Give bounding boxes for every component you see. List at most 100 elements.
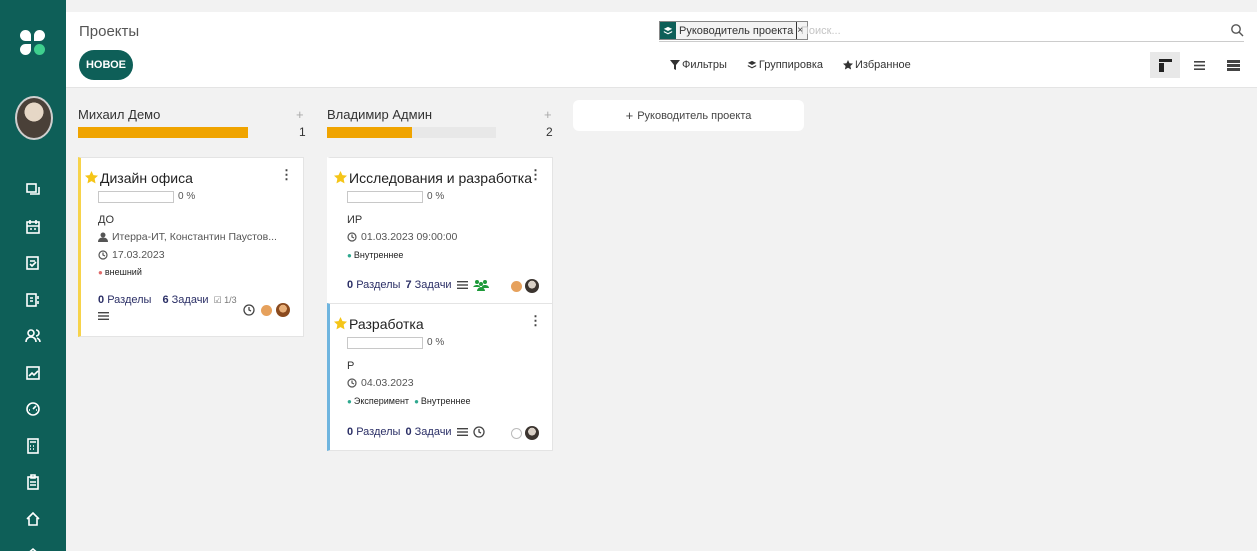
project-code: ИР <box>347 214 363 226</box>
column-progressbar[interactable] <box>327 127 496 138</box>
kanban-view-button[interactable] <box>1150 52 1180 78</box>
activity-icon <box>1226 59 1240 71</box>
favorite-star-icon[interactable] <box>334 317 347 330</box>
search-icon[interactable] <box>1230 23 1244 37</box>
status-dot[interactable] <box>261 305 272 316</box>
tasks-link[interactable]: 0 Задачи <box>405 426 451 438</box>
tasks-link[interactable]: 6 Задачи <box>162 294 208 306</box>
group-by-button[interactable]: Группировка <box>747 59 823 71</box>
column-counter: 2 <box>546 125 553 139</box>
card-title[interactable]: Разработка <box>349 316 424 332</box>
calculator-icon[interactable] <box>0 428 66 465</box>
tasks-link[interactable]: 7 Задачи <box>405 279 451 291</box>
add-column-label: Руководитель проекта <box>637 109 752 122</box>
favorite-star-icon[interactable] <box>85 171 98 184</box>
filter-icon <box>670 60 680 70</box>
discuss-icon[interactable] <box>0 172 66 209</box>
app-logo[interactable] <box>20 30 46 56</box>
manager-avatar[interactable] <box>276 303 290 317</box>
home-settings-icon[interactable] <box>0 537 66 551</box>
notes-icon[interactable] <box>0 245 66 282</box>
filters-button[interactable]: Фильтры <box>670 59 727 71</box>
chart-icon[interactable] <box>0 355 66 392</box>
favorite-star-icon[interactable] <box>334 171 347 184</box>
status-dot[interactable] <box>511 428 522 439</box>
menu-icon[interactable] <box>456 427 468 437</box>
card-partner: Итерра-ИТ, Константин Паустов... <box>98 231 277 243</box>
column-counter: 1 <box>299 125 306 139</box>
new-button[interactable]: НОВОЕ <box>79 50 133 80</box>
card-menu-button[interactable]: ⋮ <box>280 167 293 183</box>
kanban-icon <box>1158 58 1172 72</box>
search-facet-label: Руководитель проекта <box>679 24 794 37</box>
layers-icon <box>747 60 757 69</box>
manager-avatar[interactable] <box>525 426 539 440</box>
star-icon <box>843 60 854 70</box>
home-icon[interactable] <box>0 501 66 538</box>
card-menu-button[interactable]: ⋮ <box>529 167 542 183</box>
card-progressbar <box>98 191 174 203</box>
user-avatar[interactable] <box>15 96 53 140</box>
card-title[interactable]: Исследования и разработка <box>349 170 532 186</box>
tag: Внутреннее <box>347 250 404 260</box>
page-title: Проекты <box>79 23 140 40</box>
card-date: 17.03.2023 <box>98 249 165 261</box>
clipboard-icon[interactable] <box>0 464 66 501</box>
project-code: Р <box>347 360 355 372</box>
calendar-icon[interactable] <box>0 209 66 246</box>
status-dot[interactable] <box>511 281 522 292</box>
sections-link[interactable]: 0 Разделы <box>347 279 400 291</box>
card-menu-button[interactable]: ⋮ <box>529 313 542 329</box>
add-column-button[interactable]: + Руководитель проекта <box>573 100 804 131</box>
card-progress-value: 0 % <box>427 337 445 348</box>
card-stats: 0 Разделы 7 Задачи <box>347 279 489 291</box>
card-tags: внешний <box>98 267 142 277</box>
partner-name: Итерра-ИТ, Константин Паустов... <box>112 231 277 243</box>
clock-icon <box>347 232 357 242</box>
kanban-column-header: Михаил Демо + 1 <box>78 107 306 143</box>
card-progress-value: 0 % <box>178 191 196 202</box>
activity-clock-icon[interactable] <box>472 426 485 438</box>
team-icon[interactable] <box>472 279 489 291</box>
search-input[interactable] <box>801 22 1201 39</box>
date-value: 01.03.2023 09:00:00 <box>361 231 458 243</box>
favorites-label: Избранное <box>855 59 911 71</box>
column-quick-create[interactable]: + <box>296 107 304 122</box>
activity-clock-icon[interactable] <box>243 304 255 316</box>
card-date: 04.03.2023 <box>347 377 414 389</box>
tag: Эксперимент <box>347 396 409 406</box>
dashboard-icon[interactable] <box>0 391 66 428</box>
activity-view-button[interactable] <box>1218 52 1248 78</box>
card-tags: Эксперимент Внутреннее <box>347 396 471 406</box>
card-title[interactable]: Дизайн офиса <box>100 170 193 186</box>
column-progressbar[interactable] <box>78 127 248 138</box>
menu-icon[interactable] <box>456 280 468 290</box>
contacts-icon[interactable] <box>0 282 66 319</box>
card-progress-value: 0 % <box>427 191 445 202</box>
card-date: 01.03.2023 09:00:00 <box>347 231 457 243</box>
users-icon[interactable] <box>0 318 66 355</box>
control-panel: Проекты НОВОЕ Руководитель проекта × Фил… <box>66 12 1257 88</box>
tag: Внутреннее <box>414 396 471 406</box>
card-progressbar <box>347 337 423 349</box>
view-switcher <box>1150 52 1248 78</box>
project-card[interactable]: Дизайн офиса ⋮ 0 % ДО Итерра-ИТ, Констан… <box>78 157 304 337</box>
project-code: ДО <box>98 214 115 226</box>
clock-icon <box>98 250 108 260</box>
project-card[interactable]: Исследования и разработка ⋮ 0 % ИР 01.03… <box>327 157 553 304</box>
project-card[interactable]: Разработка ⋮ 0 % Р 04.03.2023 Эксперимен… <box>327 303 553 451</box>
card-stats: 0 Разделы 6 Задачи ☑ 1/3 <box>98 294 237 306</box>
favorites-button[interactable]: Избранное <box>843 59 911 71</box>
list-view-button[interactable] <box>1184 52 1214 78</box>
menu-icon[interactable] <box>98 311 109 321</box>
sections-link[interactable]: 0 Разделы <box>98 294 151 306</box>
layers-icon <box>660 22 676 39</box>
text-cursor <box>796 22 797 39</box>
user-icon <box>98 232 108 242</box>
search-facet[interactable]: Руководитель проекта × <box>659 21 809 40</box>
sections-link[interactable]: 0 Разделы <box>347 426 400 438</box>
search-bar: Руководитель проекта × <box>659 20 1244 42</box>
manager-avatar[interactable] <box>525 279 539 293</box>
column-quick-create[interactable]: + <box>544 107 552 122</box>
date-value: 17.03.2023 <box>112 249 165 261</box>
